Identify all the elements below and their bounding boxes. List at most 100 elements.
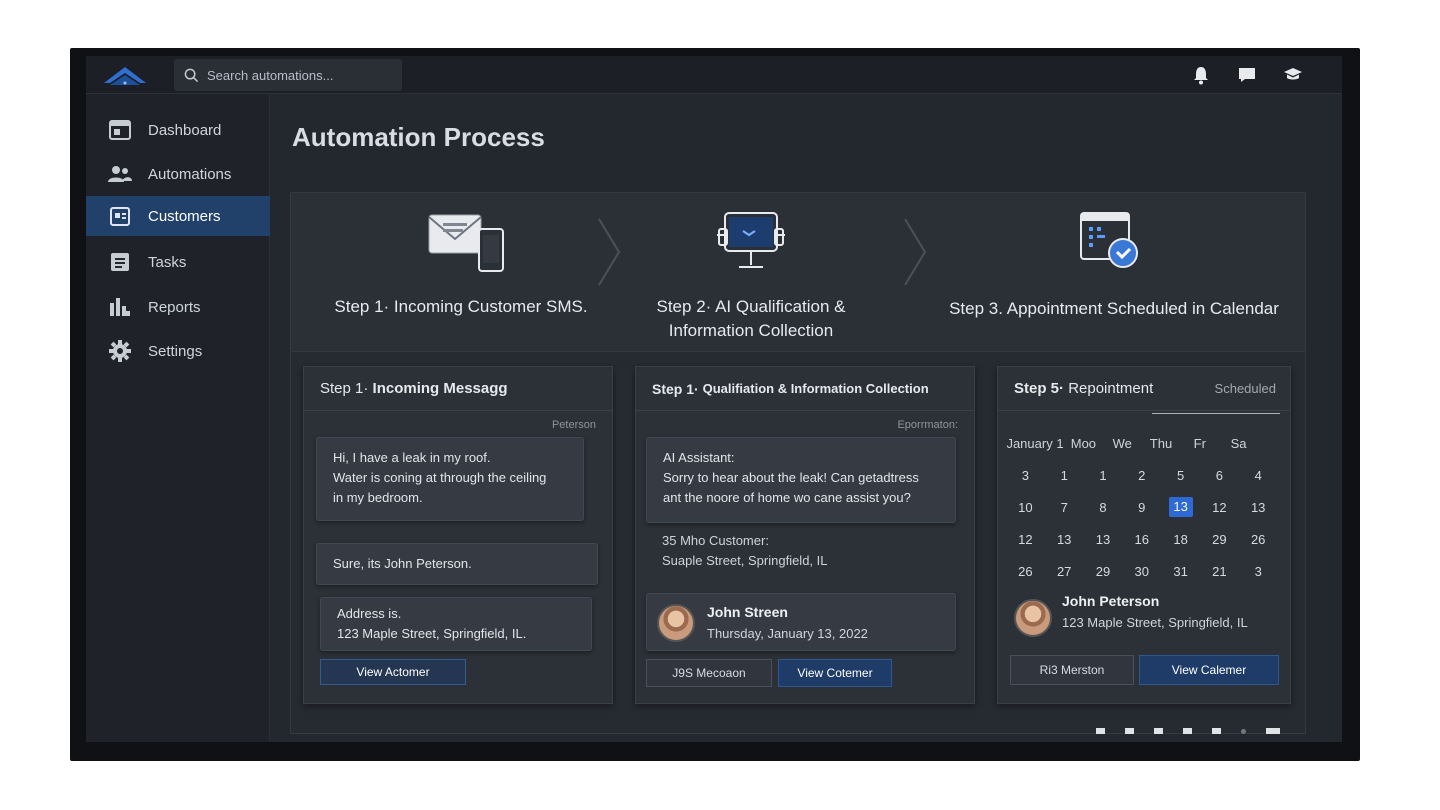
avatar <box>657 604 695 642</box>
chevron-right-icon <box>598 218 621 286</box>
calendar-day[interactable]: 3 <box>1239 564 1278 579</box>
users-icon <box>108 162 132 186</box>
dashboard-icon <box>108 118 132 142</box>
contact-summary: John Streen Thursday, January 13, 2022 <box>646 593 956 651</box>
card-header: Step 1· Qualifiation & Information Colle… <box>636 367 974 411</box>
sidebar-item-dashboard[interactable]: Dashboard <box>86 110 270 150</box>
page-title: Automation Process <box>292 122 545 152</box>
calendar-day[interactable]: 6 <box>1200 468 1239 483</box>
app-window: Search automations... Dashboard Automati… <box>86 56 1342 742</box>
calendar-day[interactable]: 4 <box>1239 468 1278 483</box>
sidebar-item-tasks[interactable]: Tasks <box>86 242 270 282</box>
message-line: Suaple Street, Springfield, IL <box>662 553 828 568</box>
calendar-day[interactable]: 27 <box>1045 564 1084 579</box>
contact-date: Thursday, January 13, 2022 <box>707 626 868 641</box>
message-line: in my bedroom. <box>333 490 423 505</box>
ai-assistant-bubble: AI Assistant: Sorry to hear about the le… <box>646 437 956 523</box>
calendar-day[interactable]: 29 <box>1200 532 1239 547</box>
calendar-day[interactable]: 9 <box>1122 500 1161 515</box>
indicator-dot[interactable] <box>1154 728 1163 734</box>
message-line: ant the noore of home wo cane assist you… <box>663 490 911 505</box>
sidebar-item-label: Tasks <box>148 253 187 271</box>
card-header: Step 1· Incoming Messagg <box>304 367 612 411</box>
gear-icon <box>108 339 132 363</box>
calendar-month: January 1 <box>1006 435 1064 451</box>
calendar-week: 10 7 8 9 13 12 13 <box>1006 491 1278 523</box>
sidebar-item-reports[interactable]: Reports <box>86 287 270 327</box>
sidebar-item-label: Reports <box>148 298 201 316</box>
calendar-day[interactable]: 18 <box>1161 532 1200 547</box>
message-line: 123 Maple Street, Springfield, IL. <box>337 626 527 641</box>
qualification-card: Step 1· Qualifiation & Information Colle… <box>635 366 975 704</box>
calendar-day[interactable]: 1 <box>1045 468 1084 483</box>
customers-icon <box>108 204 132 228</box>
sidebar-item-settings[interactable]: Settings <box>86 331 270 371</box>
search-placeholder: Search automations... <box>207 67 334 83</box>
calendar-weekday: We <box>1112 435 1132 451</box>
sidebar-item-label: Dashboard <box>148 121 222 139</box>
message-bubble: Sure, its John Peterson. <box>316 543 598 585</box>
calendar-day[interactable]: 31 <box>1161 564 1200 579</box>
calendar-week: 26 27 29 30 31 21 3 <box>1006 555 1278 587</box>
view-calendar-button[interactable]: View Calemer <box>1139 655 1279 685</box>
message-bubble: Hi, I have a leak in my roof. Water is c… <box>316 437 584 521</box>
indicator-dot[interactable] <box>1212 728 1221 734</box>
process-steps: Step 1· Incoming Customer SMS. Step 2· A… <box>290 192 1306 352</box>
calendar-day[interactable]: 21 <box>1200 564 1239 579</box>
top-bar: Search automations... <box>86 56 1342 94</box>
calendar-day[interactable]: 10 <box>1006 500 1045 515</box>
monitor-frame: Search automations... Dashboard Automati… <box>70 48 1360 761</box>
view-customer-button[interactable]: View Cotemer <box>778 659 892 687</box>
sidebar-item-customers[interactable]: Customers <box>86 196 270 236</box>
message-line: Sorry to hear about the leak! Can getadt… <box>663 470 919 485</box>
calendar-day[interactable]: 12 <box>1006 532 1045 547</box>
search-input[interactable]: Search automations... <box>174 59 402 91</box>
calendar-day[interactable]: 13 <box>1084 532 1123 547</box>
card-title-prefix: Step 5· <box>1014 380 1065 397</box>
sidebar: Dashboard Automations Customers Tasks Re… <box>86 94 270 742</box>
calendar-day[interactable]: 3 <box>1006 468 1045 483</box>
bell-icon[interactable] <box>1190 64 1212 86</box>
step-2-label: Step 2· AI Qualification & <box>656 297 846 316</box>
calendar-day[interactable]: 1 <box>1084 468 1123 483</box>
calendar-day[interactable]: 13 <box>1045 532 1084 547</box>
calendar-day[interactable]: 8 <box>1084 500 1123 515</box>
calendar-day[interactable]: 26 <box>1006 564 1045 579</box>
sidebar-item-automations[interactable]: Automations <box>86 154 270 194</box>
indicator-dot[interactable] <box>1241 728 1246 734</box>
calendar-day[interactable]: 13 <box>1161 497 1200 517</box>
card-title: Incoming Messagg <box>372 380 508 397</box>
view-customer-button[interactable]: View Actomer <box>320 659 466 685</box>
ai-monitor-icon <box>717 212 785 268</box>
sender-name: Peterson <box>551 419 596 431</box>
calendar-weekday: Sa <box>1230 435 1247 451</box>
sms-envelope-phone-icon <box>428 214 504 272</box>
calendar-day[interactable]: 2 <box>1122 468 1161 483</box>
house-logo-icon[interactable] <box>102 63 148 89</box>
graduation-cap-icon[interactable] <box>1282 64 1304 86</box>
calendar-weekday: Moo <box>1070 435 1097 451</box>
calendar-day[interactable]: 16 <box>1122 532 1161 547</box>
sidebar-item-label: Settings <box>148 342 203 360</box>
calendar-day[interactable]: 12 <box>1200 500 1239 515</box>
step-3: Step 3. Appointment Scheduled in Calenda… <box>941 193 1287 353</box>
calendar-day[interactable]: 5 <box>1161 468 1200 483</box>
indicator-dot[interactable] <box>1125 728 1134 734</box>
contact-name: John Streen <box>707 604 788 620</box>
calendar: January 1 Moo We Thu Fr Sa 3 1 1 2 5 6 4 10 7 8 9 1… <box>1006 427 1278 587</box>
calendar-day[interactable]: 29 <box>1084 564 1123 579</box>
calendar-day[interactable]: 13 <box>1239 500 1278 515</box>
calendar-day[interactable]: 26 <box>1239 532 1278 547</box>
sidebar-item-label: Customers <box>148 207 221 225</box>
calendar-day[interactable]: 30 <box>1122 564 1161 579</box>
calendar-day[interactable]: 7 <box>1045 500 1084 515</box>
step-2: Step 2· AI Qualification & Information C… <box>621 193 881 353</box>
indicator-dot[interactable] <box>1266 728 1280 734</box>
indicator-dot[interactable] <box>1183 728 1192 734</box>
indicator-dot[interactable] <box>1096 728 1105 734</box>
chat-icon[interactable] <box>1236 64 1258 86</box>
secondary-button[interactable]: Ri3 Merston <box>1010 655 1134 685</box>
message-line: Sure, its John Peterson. <box>333 556 472 571</box>
search-icon <box>184 68 199 82</box>
secondary-button[interactable]: J9S Mecoaon <box>646 659 772 687</box>
